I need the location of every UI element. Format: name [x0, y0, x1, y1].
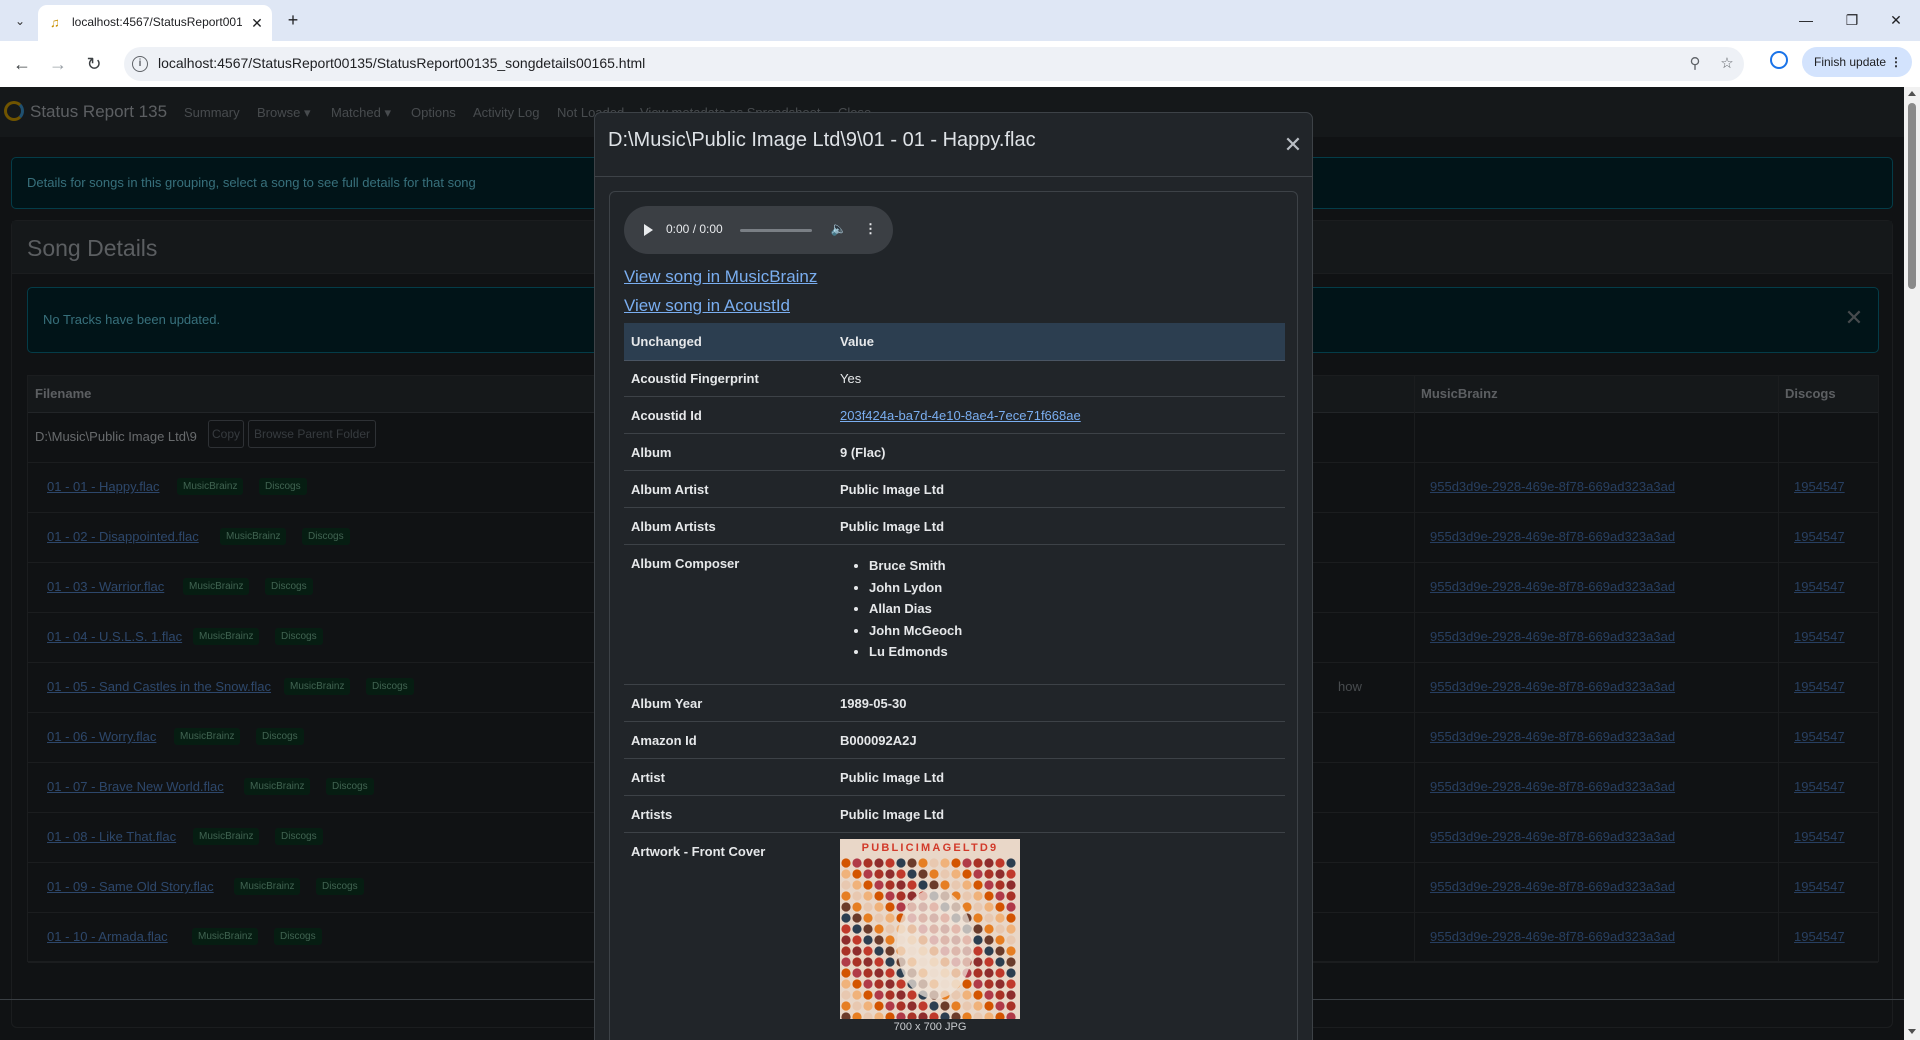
play-icon[interactable]: [644, 224, 653, 236]
header-unchanged: Unchanged: [631, 334, 702, 349]
header-value: Value: [840, 334, 874, 349]
minimize-icon[interactable]: —: [1784, 6, 1828, 34]
music-note-icon: ♫: [50, 15, 60, 30]
list-item: Bruce Smith: [869, 555, 962, 577]
metadata-row: Acoustid Fingerprint Yes: [624, 360, 1285, 397]
field-key: Album Composer: [631, 556, 740, 571]
field-value: 9 (Flac): [840, 445, 886, 460]
list-item: John McGeoch: [869, 620, 962, 642]
field-value: Public Image Ltd: [840, 519, 945, 534]
scroll-up-arrow-icon[interactable]: [1908, 91, 1916, 96]
modal-title: D:\Music\Public Image Ltd\9\01 - 01 - Ha…: [608, 129, 1036, 151]
metadata-row: Artists Public Image Ltd: [624, 796, 1285, 833]
bookmark-star-icon[interactable]: ☆: [1716, 53, 1738, 75]
metadata-row: Album Artist Public Image Ltd: [624, 471, 1285, 508]
metadata-table-header: Unchanged Value: [624, 323, 1285, 361]
zoom-magnifier-icon[interactable]: ⚲: [1684, 53, 1706, 75]
window-close-icon[interactable]: ✕: [1874, 6, 1918, 34]
field-value: 1989-05-30: [840, 696, 907, 711]
field-value: Public Image Ltd: [840, 807, 945, 822]
forward-arrow-icon[interactable]: →: [44, 51, 72, 77]
album-cover-image[interactable]: PUBLICIMAGELTD9: [840, 839, 1020, 1019]
page-scrollbar[interactable]: [1904, 87, 1920, 1040]
address-bar[interactable]: i localhost:4567/StatusReport00135/Statu…: [124, 47, 1744, 81]
song-details-modal: D:\Music\Public Image Ltd\9\01 - 01 - Ha…: [594, 112, 1313, 1040]
url-text[interactable]: localhost:4567/StatusReport00135/StatusR…: [158, 55, 645, 73]
modal-close-icon[interactable]: ✕: [1281, 133, 1305, 157]
composer-list: Bruce Smith John Lydon Allan Dias John M…: [840, 555, 962, 663]
audio-time: 0:00 / 0:00: [666, 222, 723, 236]
page: Status Report 135 Summary Browse ▾ Match…: [0, 87, 1904, 1040]
metadata-row: Artist Public Image Ltd: [624, 759, 1285, 796]
cover-text: PUBLICIMAGELTD9: [862, 842, 999, 854]
browser-tabstrip: ⌄ ♫ localhost:4567/StatusReport00135 ✕ +…: [0, 0, 1920, 41]
metadata-row: Acoustid Id 203f424a-ba7d-4e10-8ae4-7ece…: [624, 397, 1285, 434]
metadata-row: Artwork - Front Cover PUBLICIMAGELTD9 70…: [624, 833, 1285, 1040]
volume-icon[interactable]: 🔈: [830, 220, 848, 238]
field-key: Artist: [631, 770, 665, 785]
kebab-menu-icon: ⋮: [1890, 55, 1902, 69]
view-in-musicbrainz-link[interactable]: View song in MusicBrainz: [624, 267, 817, 287]
metadata-row: Album Year 1989-05-30: [624, 685, 1285, 722]
list-item: Allan Dias: [869, 598, 962, 620]
field-key: Acoustid Id: [631, 408, 702, 423]
cover-caption: 700 x 700 JPG: [893, 1021, 967, 1033]
browser-tab-active[interactable]: ♫ localhost:4567/StatusReport00135 ✕: [38, 5, 272, 41]
browser-toolbar: ← → ↻ i localhost:4567/StatusReport00135…: [0, 41, 1920, 88]
list-item: John Lydon: [869, 577, 962, 599]
view-in-acoustid-link[interactable]: View song in AcoustId: [624, 296, 790, 316]
modal-body-card: 0:00 / 0:00 🔈 ⋮ View song in MusicBrainz…: [609, 191, 1298, 1040]
back-arrow-icon[interactable]: ←: [8, 51, 36, 77]
restore-icon[interactable]: ❐: [1830, 6, 1874, 34]
audio-player[interactable]: 0:00 / 0:00 🔈 ⋮: [624, 206, 893, 254]
modal-header: D:\Music\Public Image Ltd\9\01 - 01 - Ha…: [595, 113, 1312, 177]
list-item: Lu Edmonds: [869, 641, 962, 663]
field-key: Album Year: [631, 696, 703, 711]
field-key: Album: [631, 445, 672, 460]
acoustid-link[interactable]: 203f424a-ba7d-4e10-8ae4-7ece71f668ae: [840, 408, 1081, 423]
metadata-row: Album Artists Public Image Ltd: [624, 508, 1285, 545]
audio-progress-slider[interactable]: [740, 229, 812, 232]
new-tab-plus-icon[interactable]: +: [281, 8, 305, 32]
site-info-icon[interactable]: i: [132, 56, 148, 72]
field-value: Public Image Ltd: [840, 482, 945, 497]
audio-more-icon[interactable]: ⋮: [864, 220, 877, 238]
reload-icon[interactable]: ↻: [80, 51, 108, 77]
metadata-row: Album Composer Bruce Smith John Lydon Al…: [624, 545, 1285, 685]
scroll-down-arrow-icon[interactable]: [1908, 1029, 1916, 1034]
field-key: Artwork - Front Cover: [631, 844, 766, 859]
metadata-row: Amazon Id B000092A2J: [624, 722, 1285, 759]
tab-search-chevron-icon[interactable]: ⌄: [8, 10, 32, 32]
field-key: Artists: [631, 807, 673, 822]
field-key: Amazon Id: [631, 733, 697, 748]
album-cover-art: PUBLICIMAGELTD9: [840, 839, 1020, 1019]
field-value: Public Image Ltd: [840, 770, 945, 785]
field-key: Album Artists: [631, 519, 716, 534]
profile-avatar-icon[interactable]: [1770, 51, 1788, 69]
scrollbar-thumb[interactable]: [1908, 103, 1916, 289]
field-key: Album Artist: [631, 482, 709, 497]
finish-update-button[interactable]: Finish update ⋮: [1802, 47, 1912, 77]
tab-close-icon[interactable]: ✕: [247, 13, 267, 33]
field-value: Yes: [840, 371, 862, 386]
field-value: B000092A2J: [840, 733, 917, 748]
metadata-row: Album 9 (Flac): [624, 434, 1285, 471]
field-key: Acoustid Fingerprint: [631, 371, 759, 386]
finish-update-label: Finish update: [1814, 55, 1887, 69]
tab-title: localhost:4567/StatusReport00135: [72, 15, 242, 29]
